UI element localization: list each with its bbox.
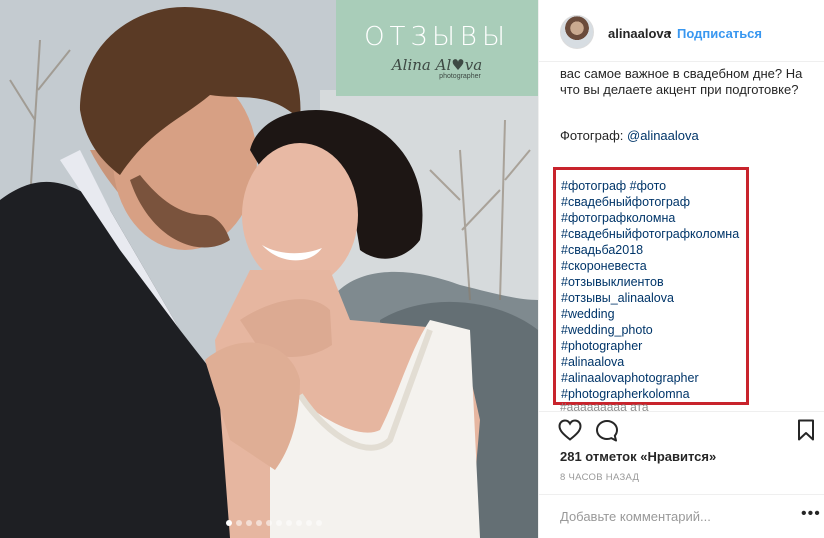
carousel-dot[interactable] [296, 520, 302, 526]
post-timestamp[interactable]: 8 ЧАСОВ НАЗАД [560, 472, 639, 483]
carousel-dot[interactable] [316, 520, 322, 526]
carousel-dot[interactable] [266, 520, 272, 526]
hashtag-link[interactable]: #свадьба2018 [561, 242, 746, 258]
photographer-logo-subtitle: photographer [439, 73, 481, 80]
post-caption: вас самое важное в свадебном дне? На что… [560, 66, 810, 98]
carousel-dot[interactable] [276, 520, 282, 526]
post-side-panel: alinaalova • Подписаться вас самое важно… [538, 0, 824, 538]
hashtag-link[interactable]: #wedding [561, 306, 746, 322]
photographer-logo: Alina Al♥va [391, 56, 483, 74]
reviews-banner: ОТЗЫВЫ Alina Al♥va photographer [336, 0, 538, 96]
hashtag-link[interactable]: #photographer [561, 338, 746, 354]
username-link[interactable]: alinaalova [608, 26, 671, 41]
hashtag-link[interactable]: #скороневеста [561, 258, 746, 274]
post-photo[interactable]: ОТЗЫВЫ Alina Al♥va photographer [0, 0, 538, 538]
carousel-dot[interactable] [246, 520, 252, 526]
hashtag-link[interactable]: #фотограф #фото [561, 178, 746, 194]
photographer-credit: Фотограф: @alinaalova [560, 128, 699, 143]
carousel-dot[interactable] [226, 520, 232, 526]
hashtag-link[interactable]: #фотографколомна [561, 210, 746, 226]
hashtag-link[interactable]: #отзывы_alinaalova [561, 290, 746, 306]
carousel-dot[interactable] [306, 520, 312, 526]
hashtag-link[interactable]: #alinaalova [561, 354, 746, 370]
action-bar [539, 411, 824, 447]
separator-dot: • [667, 25, 672, 40]
hashtag-link[interactable]: #photographerkolomna [561, 386, 746, 402]
reviews-banner-title: ОТЗЫВЫ [364, 22, 510, 52]
comment-icon[interactable] [595, 419, 619, 443]
hashtag-cut-off: #ааааааааа ата [560, 403, 649, 411]
carousel-dot[interactable] [256, 520, 262, 526]
carousel-indicator [226, 520, 322, 526]
caption-line: вас самое важное в свадебном дне? На [560, 66, 803, 81]
post-header: alinaalova • Подписаться [539, 0, 824, 62]
photographer-label: Фотограф: [560, 128, 627, 143]
follow-button[interactable]: Подписаться [677, 26, 762, 41]
hashtag-highlight-box: #фотограф #фото #свадебныйфотограф #фотогр… [553, 167, 749, 405]
comment-input[interactable] [560, 507, 785, 525]
bookmark-icon[interactable] [797, 419, 815, 441]
carousel-dot[interactable] [236, 520, 242, 526]
hashtag-link[interactable]: #свадебныйфотографколомна [561, 226, 746, 242]
hashtag-link[interactable]: #свадебныйфотограф [561, 194, 746, 210]
hashtag-link[interactable]: #отзывыклиентов [561, 274, 746, 290]
caption-line: что вы делаете акцент при подготовке? [560, 82, 799, 97]
heart-icon[interactable] [558, 419, 582, 441]
photographer-mention-link[interactable]: @alinaalova [627, 128, 699, 143]
hashtag-link[interactable]: #alinaalovaphotographer [561, 370, 746, 386]
hashtag-link[interactable]: #wedding_photo [561, 322, 746, 338]
carousel-dot[interactable] [286, 520, 292, 526]
avatar[interactable] [560, 15, 594, 49]
comment-bar: ••• [539, 494, 824, 538]
more-options-icon[interactable]: ••• [801, 505, 821, 523]
like-count[interactable]: 281 отметок «Нравится» [560, 449, 716, 464]
